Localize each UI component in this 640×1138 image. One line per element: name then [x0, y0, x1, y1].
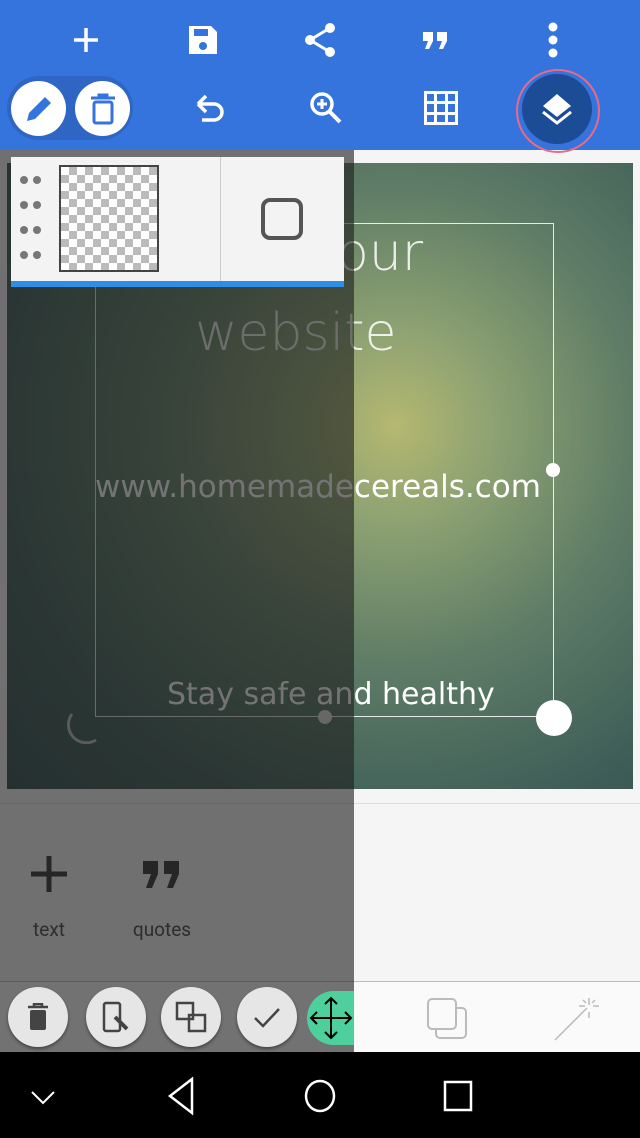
undo-icon	[196, 94, 224, 122]
grid-button[interactable]	[411, 78, 471, 138]
move-button[interactable]	[307, 991, 354, 1045]
add-icon	[74, 28, 98, 52]
grid-icon	[424, 91, 458, 125]
share-button[interactable]	[290, 10, 350, 70]
divider	[220, 157, 221, 281]
delete-mode-button[interactable]	[75, 81, 130, 136]
quotes-icon	[423, 32, 447, 49]
share-icon	[305, 23, 335, 57]
recents-icon[interactable]	[443, 1080, 475, 1112]
chevron-down-icon[interactable]	[30, 1090, 56, 1106]
swap-element-button[interactable]	[161, 987, 221, 1047]
scale-handle[interactable]	[536, 700, 572, 736]
more-options-button[interactable]	[523, 10, 583, 70]
confirm-button[interactable]	[237, 987, 297, 1047]
delete-icon	[90, 93, 115, 124]
layer-visibility-toggle[interactable]	[261, 198, 303, 240]
delete-icon	[28, 1003, 48, 1030]
layers-icon	[542, 94, 572, 125]
delete-element-button[interactable]	[8, 987, 68, 1047]
zoom-in-icon	[310, 92, 342, 124]
save-icon	[189, 26, 217, 54]
home-icon[interactable]	[303, 1078, 337, 1114]
magic-wand-icon[interactable]	[553, 996, 599, 1042]
duplicate-icon[interactable]	[425, 996, 471, 1042]
add-button[interactable]	[56, 10, 116, 70]
save-button[interactable]	[173, 10, 233, 70]
drag-handle-icon[interactable]	[19, 175, 47, 265]
quotes-button[interactable]	[406, 10, 466, 70]
layers-panel	[11, 157, 344, 287]
more-vert-icon	[548, 22, 558, 58]
layers-button[interactable]	[522, 74, 592, 144]
move-icon	[309, 996, 353, 1040]
system-nav-bar	[0, 1052, 640, 1138]
check-icon	[254, 1008, 280, 1028]
edit-mode-button[interactable]	[11, 81, 66, 136]
resize-handle-right[interactable]	[546, 463, 560, 477]
edit-icon	[26, 96, 51, 121]
back-icon[interactable]	[166, 1076, 196, 1116]
zoom-in-button[interactable]	[296, 78, 356, 138]
edit-element-button[interactable]	[86, 987, 146, 1047]
layer-thumbnail[interactable]	[59, 165, 159, 272]
undo-button[interactable]	[181, 78, 241, 138]
edit-document-icon	[102, 1001, 129, 1033]
swap-icon	[175, 1001, 207, 1033]
top-toolbar	[0, 0, 640, 153]
